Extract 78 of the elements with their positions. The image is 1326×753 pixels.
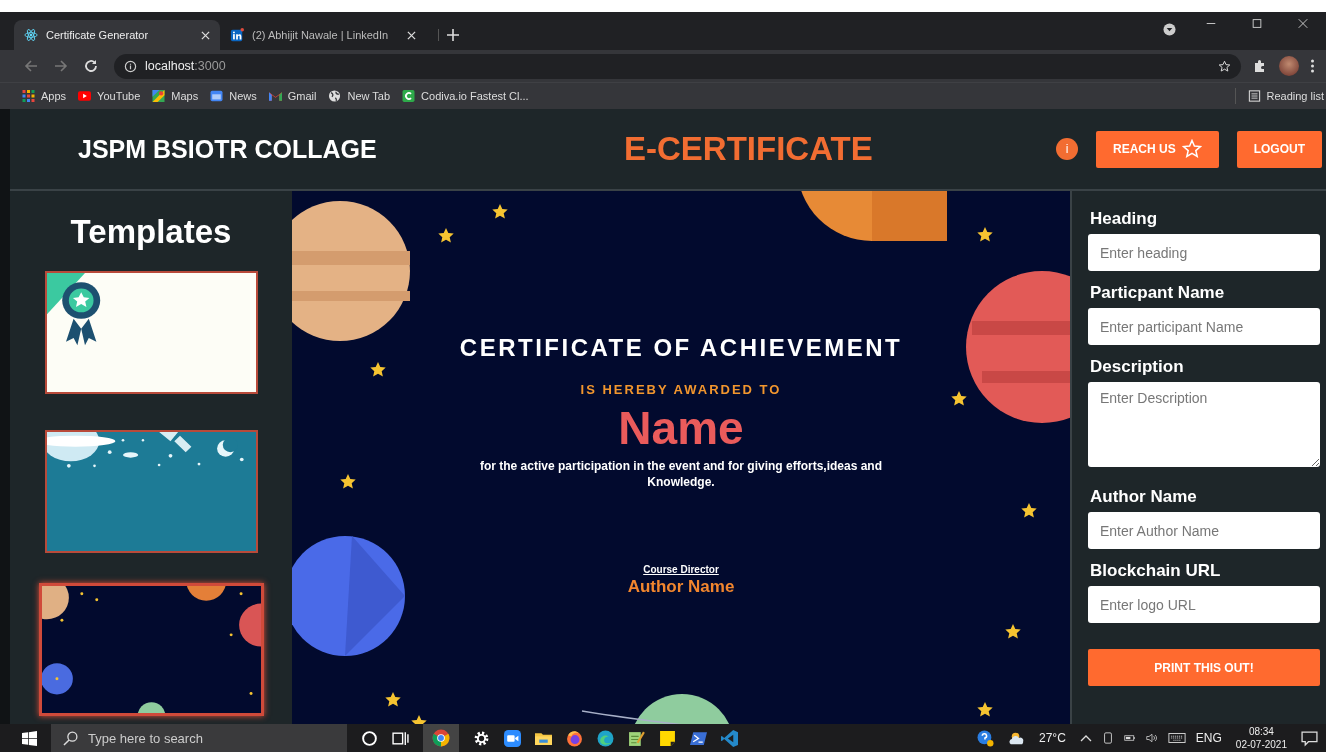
certificate-subheading: IS HEREBY AWARDED TO (580, 382, 782, 397)
close-icon[interactable] (201, 30, 210, 40)
address-bar[interactable]: localhost:3000 (114, 53, 1241, 79)
language-indicator[interactable]: ENG (1195, 731, 1222, 745)
battery-icon[interactable] (1123, 732, 1136, 744)
brand-title: JSPM BSIOTR COLLAGE (78, 134, 378, 164)
sticky-note-icon[interactable] (659, 729, 676, 747)
avatar-icon[interactable] (1279, 56, 1299, 76)
task-view-icon[interactable] (392, 729, 409, 747)
star-icon[interactable] (1218, 59, 1231, 73)
keyboard-icon[interactable] (1167, 732, 1186, 744)
reading-list-button[interactable]: Reading list (1247, 90, 1324, 102)
add-icon[interactable] (438, 29, 459, 41)
terminal-icon[interactable] (690, 729, 707, 747)
play-icon (78, 90, 92, 102)
help-icon[interactable] (977, 729, 994, 747)
bookmark[interactable]: Maps (152, 90, 199, 102)
linkedin-icon (230, 28, 244, 42)
newspaper-icon (210, 90, 224, 102)
input-field[interactable]: Enter Author Name (1088, 512, 1320, 549)
browser-tab[interactable]: (2) Abhijit Nawale | LinkedIn (220, 20, 426, 50)
input-field[interactable]: Enter logo URL (1088, 586, 1320, 623)
gear-icon[interactable] (473, 729, 490, 747)
notification-icon[interactable] (1301, 729, 1318, 747)
field-label: Blockchain URL (1090, 561, 1222, 581)
grid-icon (22, 90, 35, 102)
signature-title: Course Director (643, 564, 719, 576)
certificate-heading: CERTIFICATE OF ACHIEVEMENT (459, 334, 903, 362)
browser-tab[interactable]: Certificate Generator (14, 20, 220, 50)
video-camera-icon[interactable] (504, 729, 521, 747)
author-name: Author Name (627, 577, 735, 598)
maximize-icon[interactable] (1251, 17, 1263, 30)
field-label: Description (1090, 357, 1185, 377)
bookmark-icon (402, 90, 416, 102)
page-title: E-CERTIFICATE (623, 130, 874, 168)
mail-icon (268, 90, 282, 102)
windows-icon[interactable] (22, 730, 37, 746)
browser-icon (432, 729, 450, 747)
input-field[interactable]: Enter participant Name (1088, 308, 1320, 345)
participant-name: Name (618, 403, 744, 454)
back-icon[interactable] (23, 58, 39, 74)
map-icon (152, 90, 166, 102)
tablet-icon[interactable] (1101, 732, 1114, 744)
field-label: Heading (1090, 209, 1159, 229)
taskbar-search-field[interactable]: Type here to search (51, 724, 347, 752)
bookmark[interactable]: News (210, 90, 257, 102)
bookmark[interactable]: Gmail (268, 90, 317, 102)
bookmark[interactable]: YouTube (78, 90, 141, 102)
field-label: Author Name (1090, 487, 1198, 507)
bookmark[interactable]: New Tab (328, 90, 391, 102)
chrome-taskbar-button[interactable] (423, 724, 459, 752)
address-text: localhost:3000 (145, 59, 226, 73)
bookmark[interactable]: Apps (22, 90, 67, 102)
circle-icon[interactable] (361, 729, 378, 747)
text-area[interactable]: Enter Description (1088, 382, 1320, 467)
edge-icon[interactable] (597, 729, 614, 747)
atom-icon (24, 28, 38, 42)
star-icon (1181, 139, 1202, 159)
search-icon (63, 730, 78, 746)
notepad-icon[interactable] (628, 729, 645, 747)
dropdown-icon[interactable] (1163, 23, 1176, 36)
list-icon (1247, 90, 1261, 102)
info-icon (124, 59, 137, 73)
certificate-description: for the active participation in the event and for giving efforts,ideas and Knowledge. (478, 457, 884, 492)
more-icon[interactable] (1310, 58, 1315, 74)
reload-icon[interactable] (83, 58, 99, 74)
close-icon[interactable] (407, 30, 416, 40)
sidebar-title: Templates (70, 213, 232, 251)
code-editor-icon[interactable] (721, 729, 738, 747)
temperature-text[interactable]: 27°C (1039, 731, 1066, 745)
clock[interactable]: 08:34 02-07-2021 (1235, 725, 1287, 751)
field-label: Particpant Name (1090, 283, 1226, 303)
input-field[interactable]: Enter heading (1088, 234, 1320, 271)
bookmark[interactable]: Codiva.io Fastest Cl... (402, 90, 529, 102)
firefox-icon[interactable] (566, 729, 583, 747)
speaker-icon[interactable] (1145, 732, 1158, 744)
forward-icon[interactable] (53, 58, 69, 74)
globe-icon (328, 90, 342, 102)
